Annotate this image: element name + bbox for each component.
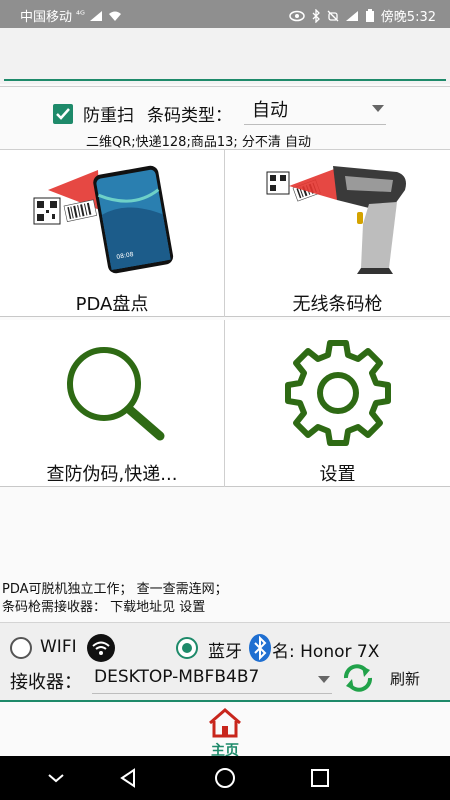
tile-separator [224,150,225,317]
dup-scan-checkbox[interactable] [53,104,73,124]
receiver-label: 接收器： [10,672,82,693]
home-nav-icon[interactable] [213,766,237,790]
barcode-type-value: 自动 [252,100,288,121]
system-nav-bar [0,756,450,800]
tile-pda-inventory[interactable]: 08:08 PDA盘点 [0,150,224,317]
cell-signal-icon [345,10,358,21]
wifi-icon [87,634,115,662]
tile-settings-label: 设置 [319,464,356,485]
bluetooth-status-icon [312,8,320,23]
tile-separator [224,320,225,487]
refresh-icon[interactable] [342,664,374,692]
divider [0,86,450,87]
eye-icon [289,10,305,21]
battery-icon [365,8,374,22]
barcode-type-select[interactable]: 自动 [244,93,386,125]
bluetooth-label: 蓝牙 [208,642,242,662]
dup-scan-label: 防重扫 [83,106,134,126]
bluetooth-icon [249,634,271,662]
check-icon [56,108,70,120]
barcode-input[interactable] [0,28,450,84]
gear-icon [285,340,391,446]
receiver-select[interactable]: DESKTOP-MBFB4B7 [92,666,332,694]
barcode-type-note: 二维QR;快递128;商品13; 分不清 自动 [86,135,312,150]
back-icon[interactable] [116,766,140,790]
wifi-icon [108,11,121,21]
tile-pda-label: PDA盘点 [75,294,149,315]
wifi-radio[interactable] [10,637,32,659]
info-line-1: PDA可脱机独立工作； 查一查需连网； [2,582,228,597]
tile-settings[interactable]: 设置 [225,320,450,487]
tile-anti-fake-lookup[interactable]: 查防伪码,快递... [0,320,224,487]
receiver-value: DESKTOP-MBFB4B7 [94,667,260,687]
status-bar: 中国移动 ⁴ᴳ 傍晚5:32 [0,0,450,28]
network-type: ⁴ᴳ [76,10,85,21]
bluetooth-radio[interactable] [176,637,198,659]
wifi-label: WIFI [40,637,77,657]
barcode-type-label: 条码类型： [147,106,232,126]
clock: 傍晚5:32 [380,10,436,25]
carrier-name: 中国移动 [20,10,73,25]
mute-icon [327,10,339,21]
dropdown-arrow-icon [318,676,330,683]
tile-wireless-scanner[interactable]: 无线条码枪 [225,150,450,317]
bottom-tab-bar: 主页 [0,700,450,759]
phone-scan-illustration: 08:08 [33,165,174,274]
barcode-gun-illustration [266,166,406,274]
signal-icon [89,10,102,21]
recents-icon[interactable] [308,766,332,790]
home-icon [209,708,241,738]
chevron-down-icon[interactable] [44,766,68,790]
tile-anti-fake-label: 查防伪码,快递... [46,464,178,485]
bluetooth-device-name: 名: Honor 7X [272,642,380,662]
info-line-2: 条码枪需接收器： 下载地址见 设置 [2,600,206,615]
magnifier-icon [67,347,165,441]
tab-home[interactable]: 主页 [195,706,255,759]
dropdown-arrow-icon [372,105,384,112]
refresh-button[interactable]: 刷新 [390,668,420,689]
tile-wireless-label: 无线条码枪 [292,294,383,315]
input-underline [4,79,446,81]
